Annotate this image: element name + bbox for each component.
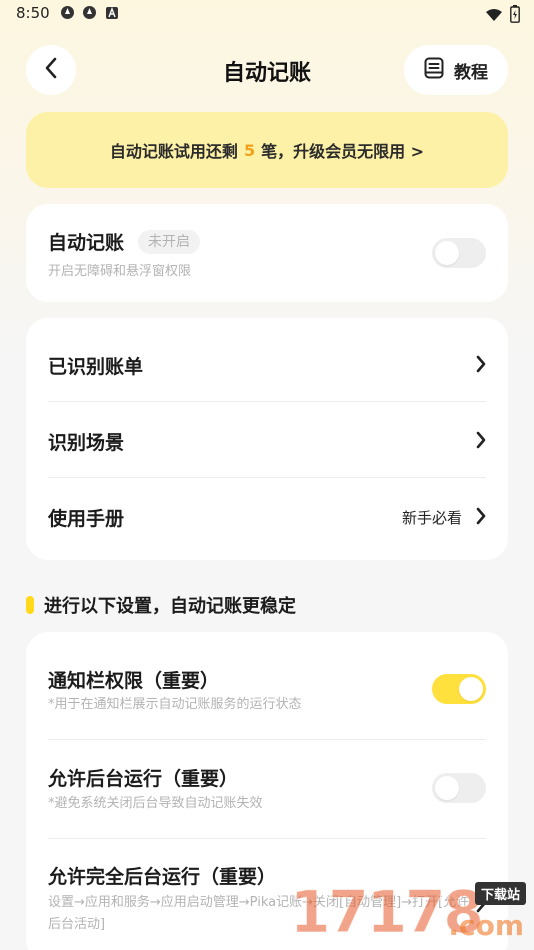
- toggle-knob: [435, 241, 459, 265]
- setting-title: 允许后台运行（重要）: [48, 768, 239, 790]
- menu-card: 已识别账单 识别场景 使用手册 新手必看: [26, 318, 508, 560]
- auto-bookkeeping-toggle[interactable]: [432, 238, 486, 268]
- chevron-right-icon: [474, 506, 488, 526]
- divider: [48, 739, 486, 740]
- auto-bookkeeping-subtitle: 开启无障碍和悬浮窗权限: [48, 264, 192, 279]
- status-time: 8:50: [16, 4, 50, 22]
- section-header: 进行以下设置，自动记账更稳定: [26, 592, 296, 618]
- menu-item-label: 使用手册: [48, 508, 125, 530]
- trial-banner-prefix: 自动记账试用还剩: [109, 142, 238, 161]
- auto-bookkeeping-title: 自动记账: [48, 232, 125, 254]
- menu-item-recognition-scenes[interactable]: 识别场景: [26, 402, 508, 478]
- status-bar: 8:50: [0, 0, 534, 28]
- auto-bookkeeping-card: 自动记账 未开启 开启无障碍和悬浮窗权限: [26, 204, 508, 302]
- setting-title: 通知栏权限（重要）: [48, 670, 220, 692]
- setting-title: 允许完全后台运行（重要）: [48, 866, 277, 888]
- trial-banner[interactable]: 自动记账试用还剩 5 笔，升级会员无限用 >: [26, 112, 508, 188]
- toggle-knob: [435, 776, 459, 800]
- app-icon-a: [104, 5, 119, 20]
- menu-item-label: 识别场景: [48, 432, 125, 454]
- wifi-icon: [485, 7, 503, 26]
- tutorial-label: 教程: [454, 62, 488, 83]
- watermark-suffix: .com: [448, 909, 524, 942]
- chevron-right-icon: [474, 430, 488, 450]
- watermark-logo: 17178 下载站 .com: [290, 878, 530, 947]
- divider: [48, 838, 486, 839]
- watermark-badge: 下载站: [474, 882, 526, 905]
- setting-subtitle: *避免系统关闭后台导致自动记账失效: [48, 796, 263, 811]
- battery-icon: [510, 5, 520, 27]
- toggle-knob: [459, 677, 483, 701]
- status-badge: 未开启: [138, 230, 200, 254]
- tutorial-button[interactable]: 教程: [404, 45, 508, 95]
- trial-banner-suffix: 笔，升级会员无限用 >: [261, 142, 425, 161]
- section-title: 进行以下设置，自动记账更稳定: [44, 596, 296, 617]
- trial-remaining-count: 5: [243, 140, 256, 160]
- chevron-right-icon: [474, 354, 488, 374]
- app-icon-2: [82, 5, 97, 20]
- setting-subtitle: *用于在通知栏展示自动记账服务的运行状态: [48, 697, 302, 712]
- section-marker: [26, 596, 34, 614]
- background-run-toggle[interactable]: [432, 773, 486, 803]
- notification-permission-toggle[interactable]: [432, 674, 486, 704]
- menu-item-hint: 新手必看: [401, 509, 462, 527]
- menu-item-recognized-bills[interactable]: 已识别账单: [26, 326, 508, 402]
- menu-item-user-manual[interactable]: 使用手册 新手必看: [26, 478, 508, 554]
- book-icon: [424, 57, 444, 83]
- menu-item-label: 已识别账单: [48, 356, 144, 378]
- app-icon-1: [60, 5, 75, 20]
